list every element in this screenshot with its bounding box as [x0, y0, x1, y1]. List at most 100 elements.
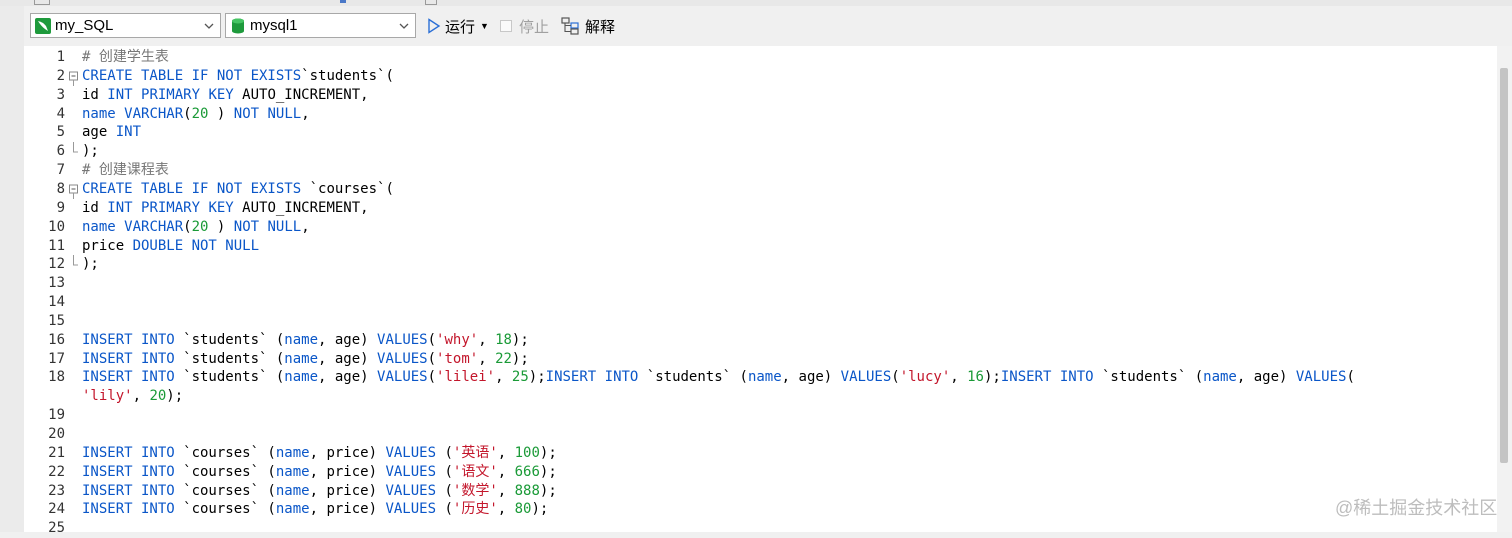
code-token: ,: [132, 388, 150, 405]
code-token: DOUBLE NOT NULL: [132, 237, 260, 254]
code-line[interactable]: 10 name VARCHAR(20 ) NOT NULL,: [24, 218, 1497, 237]
code-token: ): [208, 105, 234, 122]
code-token: `students` (: [1093, 369, 1204, 386]
code-line[interactable]: 11 price DOUBLE NOT NULL: [24, 237, 1497, 256]
code-text: INSERT INTO `students` (name, age) VALUE…: [82, 331, 529, 350]
code-token: , age): [1236, 369, 1296, 386]
code-token: name: [1203, 369, 1237, 386]
code-token: 'why': [436, 331, 479, 348]
scrollbar-thumb[interactable]: [1500, 68, 1508, 463]
code-token: `courses`(: [301, 180, 394, 197]
code-line[interactable]: 14: [24, 293, 1497, 312]
code-line[interactable]: 8 CREATE TABLE IF NOT EXISTS `courses`(: [24, 180, 1497, 199]
code-line[interactable]: 17 INSERT INTO `students` (name, age) VAL…: [24, 350, 1497, 369]
fold-collapse-icon[interactable]: [68, 180, 80, 199]
code-line[interactable]: 5 age INT: [24, 123, 1497, 142]
code-token: id: [82, 199, 108, 216]
code-token: ,: [301, 105, 310, 122]
sql-editor[interactable]: 1 # 创建学生表 2 CREATE TABLE IF NOT EXISTS`stud…: [24, 46, 1497, 536]
code-line[interactable]: 16 INSERT INTO `students` (name, age) VAL…: [24, 331, 1497, 350]
code-token: (: [427, 369, 437, 386]
code-token: 80: [514, 501, 532, 518]
code-token: INT: [115, 124, 142, 141]
line-number: 2: [56, 67, 65, 84]
code-line[interactable]: 6);: [24, 142, 1497, 161]
code-token: );: [539, 444, 557, 461]
code-line[interactable]: 24 INSERT INTO `courses` (name, price) VA…: [24, 500, 1497, 519]
code-token: VALUES: [377, 369, 428, 386]
code-line[interactable]: 25: [24, 519, 1497, 538]
code-line[interactable]: 3 id INT PRIMARY KEY AUTO_INCREMENT,: [24, 86, 1497, 105]
code-token: VARCHAR: [124, 105, 184, 122]
stop-button[interactable]: 停止: [500, 14, 549, 38]
code-token: VALUES: [385, 482, 437, 499]
code-token: INSERT INTO: [82, 350, 175, 367]
code-line[interactable]: 'lily', 20);: [24, 387, 1497, 406]
fold-end-icon: [73, 142, 78, 153]
code-token: , price): [309, 444, 386, 461]
line-number: 12: [48, 256, 65, 273]
code-text: # 创建学生表: [82, 48, 169, 67]
code-token: (: [436, 501, 453, 518]
code-line[interactable]: 15: [24, 312, 1497, 331]
code-line[interactable]: 1 # 创建学生表: [24, 48, 1497, 67]
dropdown-caret-icon[interactable]: ▼: [480, 21, 489, 31]
code-token: 20: [149, 388, 167, 405]
code-token: VARCHAR: [124, 218, 184, 235]
code-token: 'lily': [82, 388, 133, 405]
code-line[interactable]: 7 # 创建课程表: [24, 161, 1497, 180]
line-number: 18: [48, 369, 65, 386]
connection-name: my_SQL: [55, 17, 114, 34]
code-token: 100: [514, 444, 540, 461]
code-token: AUTO_INCREMENT,: [233, 86, 369, 103]
line-number: 15: [48, 312, 65, 329]
code-text: name VARCHAR(20 ) NOT NULL,: [82, 218, 310, 237]
code-token: 16: [967, 369, 984, 386]
line-number: 19: [48, 407, 65, 424]
code-line[interactable]: 9 id INT PRIMARY KEY AUTO_INCREMENT,: [24, 199, 1497, 218]
run-button[interactable]: 运行 ▼: [427, 14, 489, 38]
fold-collapse-icon[interactable]: [68, 67, 80, 86]
explain-button[interactable]: 解释: [561, 14, 615, 38]
code-token: (: [436, 444, 453, 461]
code-line[interactable]: 22 INSERT INTO `courses` (name, price) VA…: [24, 463, 1497, 482]
code-line[interactable]: 23 INSERT INTO `courses` (name, price) VA…: [24, 482, 1497, 501]
code-token: ,: [497, 482, 515, 499]
code-token: `students` (: [174, 369, 285, 386]
database-select[interactable]: mysql1: [225, 13, 416, 38]
code-token: INSERT INTO: [82, 463, 175, 480]
code-line[interactable]: 13: [24, 274, 1497, 293]
code-token: );: [511, 350, 529, 367]
code-line[interactable]: 20: [24, 425, 1497, 444]
line-number: 24: [48, 501, 65, 518]
code-token: ,: [497, 444, 515, 461]
code-token: '语文': [452, 463, 498, 480]
code-text: CREATE TABLE IF NOT EXISTS`students`(: [82, 67, 394, 86]
code-line[interactable]: 19: [24, 406, 1497, 425]
code-token: # 创建课程表: [82, 162, 169, 179]
tab-icon: [425, 0, 437, 5]
code-token: );: [511, 331, 529, 348]
code-text: INSERT INTO `courses` (name, price) VALU…: [82, 444, 557, 463]
code-text: name VARCHAR(20 ) NOT NULL,: [82, 105, 310, 124]
code-line[interactable]: 2 CREATE TABLE IF NOT EXISTS`students`(: [24, 67, 1497, 86]
vertical-scrollbar[interactable]: [1497, 46, 1512, 532]
code-token: INSERT INTO: [82, 369, 175, 386]
code-line[interactable]: 18 INSERT INTO `students` (name, age) VAL…: [24, 368, 1497, 387]
code-token: ,: [478, 331, 496, 348]
code-line[interactable]: 21 INSERT INTO `courses` (name, price) VA…: [24, 444, 1497, 463]
code-token: INT PRIMARY KEY: [107, 199, 234, 216]
line-number: 3: [56, 86, 65, 103]
code-token: VALUES: [377, 350, 428, 367]
code-token: 25: [511, 369, 529, 386]
line-number: 10: [48, 218, 65, 235]
code-token: INSERT INTO: [82, 331, 175, 348]
code-token: name: [747, 369, 782, 386]
code-line[interactable]: 12);: [24, 255, 1497, 274]
connection-select[interactable]: my_SQL: [30, 13, 221, 38]
code-text: id INT PRIMARY KEY AUTO_INCREMENT,: [82, 199, 369, 218]
code-token: name: [284, 350, 319, 367]
code-token: INSERT INTO: [545, 369, 639, 386]
code-line[interactable]: 4 name VARCHAR(20 ) NOT NULL,: [24, 105, 1497, 124]
